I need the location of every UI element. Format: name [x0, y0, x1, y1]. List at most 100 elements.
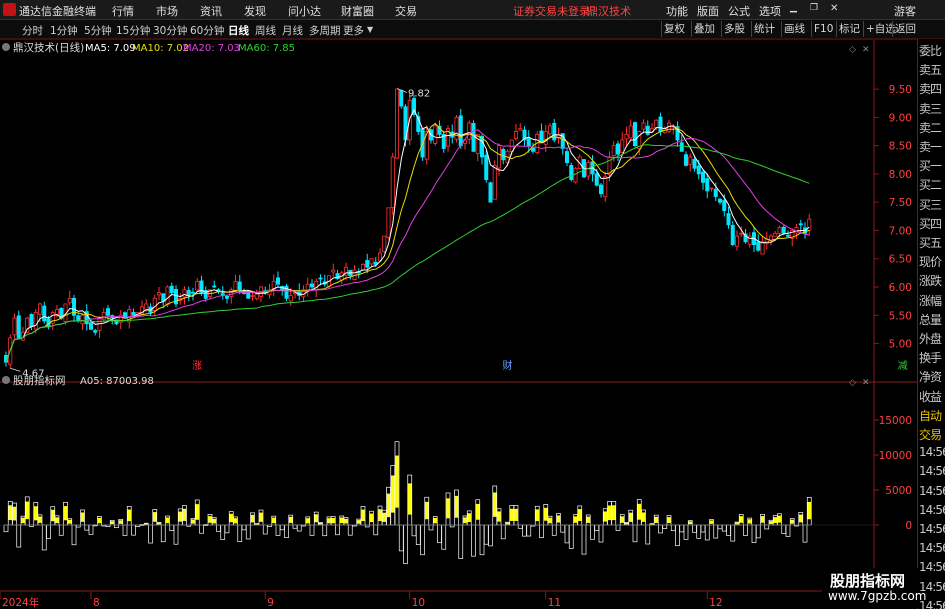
- candle-body[interactable]: [692, 159, 697, 169]
- side-panel-item[interactable]: 14:56: [919, 541, 945, 555]
- menu-layout[interactable]: 版面: [697, 3, 719, 19]
- candle-body[interactable]: [773, 232, 778, 237]
- menu-discover[interactable]: 发现: [244, 3, 266, 19]
- tab-timeshare[interactable]: 分时: [22, 23, 43, 38]
- restore-icon[interactable]: ❐: [810, 3, 818, 13]
- candle-body[interactable]: [781, 226, 786, 234]
- candle-body[interactable]: [76, 315, 81, 322]
- candle-body[interactable]: [594, 173, 599, 186]
- candle-body[interactable]: [309, 283, 314, 288]
- candle-body[interactable]: [250, 295, 255, 297]
- side-panel-item[interactable]: 交易: [919, 426, 945, 443]
- candle-body[interactable]: [275, 277, 280, 285]
- candle-body[interactable]: [369, 258, 374, 265]
- tab-60min[interactable]: 60分钟: [190, 23, 224, 38]
- menu-options[interactable]: 选项: [759, 3, 781, 19]
- candle-body[interactable]: [365, 260, 370, 268]
- candle-body[interactable]: [514, 131, 519, 139]
- candle-body[interactable]: [475, 133, 480, 154]
- candle-body[interactable]: [67, 297, 72, 304]
- menu-function[interactable]: 功能: [666, 3, 688, 19]
- chart-collapse-icon[interactable]: ◇: [849, 45, 856, 55]
- candle-body[interactable]: [484, 154, 489, 180]
- candle-body[interactable]: [603, 176, 608, 198]
- candle-body[interactable]: [641, 122, 646, 130]
- tool-f10-button[interactable]: F10: [811, 21, 835, 37]
- tab-1min[interactable]: 1分钟: [50, 23, 78, 38]
- candle-body[interactable]: [195, 280, 200, 291]
- candle-body[interactable]: [318, 277, 323, 280]
- candle-body[interactable]: [12, 317, 17, 336]
- candle-body[interactable]: [726, 213, 731, 226]
- candle-body[interactable]: [688, 156, 693, 165]
- candle-body[interactable]: [360, 263, 365, 271]
- candle-body[interactable]: [399, 90, 404, 107]
- candle-body[interactable]: [433, 125, 438, 144]
- candle-body[interactable]: [709, 187, 714, 190]
- event-marker[interactable]: 涨: [192, 360, 202, 372]
- candle-body[interactable]: [386, 207, 391, 238]
- candle-body[interactable]: [458, 115, 463, 147]
- candle-body[interactable]: [492, 165, 497, 200]
- candle-body[interactable]: [543, 131, 548, 145]
- tool-statistics-button[interactable]: 统计: [751, 21, 777, 37]
- event-marker[interactable]: 减: [898, 360, 908, 372]
- candle-body[interactable]: [246, 292, 251, 299]
- candle-body[interactable]: [382, 235, 387, 252]
- candle-body[interactable]: [624, 133, 629, 140]
- side-panel-item[interactable]: 14:56: [919, 484, 945, 498]
- side-panel-item[interactable]: 14:56: [919, 522, 945, 536]
- more-dropdown-icon[interactable]: ▼: [367, 25, 373, 34]
- candle-body[interactable]: [16, 315, 21, 339]
- candle-body[interactable]: [730, 225, 735, 245]
- tab-5min[interactable]: 5分钟: [84, 23, 112, 38]
- candle-body[interactable]: [390, 156, 395, 208]
- login-notice[interactable]: 证券交易未登录: [513, 3, 590, 19]
- candle-body[interactable]: [216, 289, 221, 292]
- candle-body[interactable]: [701, 171, 706, 183]
- candle-body[interactable]: [739, 232, 744, 235]
- candle-body[interactable]: [539, 130, 544, 144]
- chart-settings-icon[interactable]: [2, 43, 10, 51]
- candle-body[interactable]: [658, 116, 663, 132]
- candle-body[interactable]: [722, 200, 727, 212]
- tool-mark-button[interactable]: 标记: [836, 21, 862, 37]
- candle-body[interactable]: [679, 142, 684, 152]
- kline-chart[interactable]: 9.50 9.00 8.50 8.00 7.50 7.00 6.50 6.00 5.50 5.00…: [0, 39, 917, 609]
- candle-body[interactable]: [611, 145, 616, 157]
- candle-body[interactable]: [89, 322, 94, 330]
- candle-body[interactable]: [531, 147, 536, 152]
- tab-daily[interactable]: 日线: [228, 23, 249, 38]
- tab-15min[interactable]: 15分钟: [116, 23, 150, 38]
- candle-body[interactable]: [645, 125, 650, 135]
- candle-body[interactable]: [628, 125, 633, 139]
- minimize-icon[interactable]: ▁: [790, 3, 797, 13]
- candle-body[interactable]: [237, 281, 242, 291]
- side-panel-item[interactable]: 自动: [919, 407, 945, 424]
- candle-body[interactable]: [42, 305, 47, 322]
- candle-body[interactable]: [526, 137, 531, 147]
- close-icon[interactable]: ✕: [830, 3, 838, 14]
- menu-wealth[interactable]: 财富圈: [341, 3, 374, 19]
- candle-body[interactable]: [654, 119, 659, 129]
- candle-body[interactable]: [288, 295, 293, 302]
- candle-body[interactable]: [760, 241, 765, 255]
- tab-more[interactable]: 更多: [343, 23, 364, 38]
- candle-body[interactable]: [271, 280, 276, 290]
- candle-body[interactable]: [186, 290, 191, 296]
- candle-body[interactable]: [786, 234, 791, 237]
- tab-30min[interactable]: 30分钟: [153, 23, 187, 38]
- menu-quotes[interactable]: 行情: [112, 3, 134, 19]
- candle-body[interactable]: [152, 297, 157, 311]
- side-panel-item[interactable]: 14:56: [919, 503, 945, 517]
- side-panel-item[interactable]: 14:56: [919, 445, 945, 459]
- indicator-settings-icon[interactable]: [2, 376, 10, 384]
- candle-body[interactable]: [798, 223, 803, 226]
- menu-xiaoda[interactable]: 问小达: [288, 3, 321, 19]
- tab-monthly[interactable]: 月线: [282, 23, 303, 38]
- menu-news[interactable]: 资讯: [200, 3, 222, 19]
- candle-body[interactable]: [190, 291, 195, 294]
- candle-body[interactable]: [156, 292, 161, 296]
- candle-body[interactable]: [106, 308, 111, 316]
- candle-body[interactable]: [705, 178, 710, 192]
